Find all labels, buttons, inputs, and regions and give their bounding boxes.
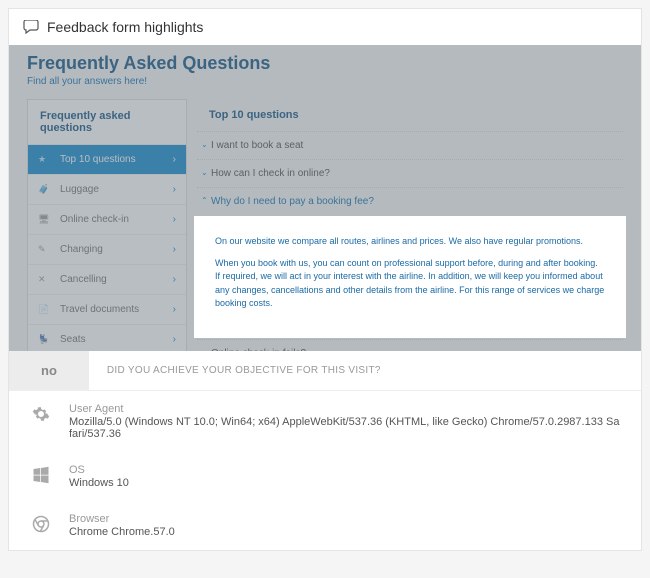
faq-sidebar: Frequently asked questions ★ Top 10 quest… (27, 99, 187, 351)
feedback-question: DID YOU ACHIEVE YOUR OBJECTIVE FOR THIS … (89, 365, 641, 376)
faq-question-active[interactable]: ⌃Why do I need to pay a booking fee? (197, 187, 623, 215)
sidebar-item-luggage[interactable]: 🧳 Luggage › (28, 175, 186, 205)
chevron-right-icon: › (173, 274, 176, 285)
meta-label: User Agent (69, 403, 621, 415)
sidebar-item-label: Luggage (60, 184, 99, 195)
page-subtitle: Find all your answers here! (27, 76, 623, 87)
feedback-highlights-card: Feedback form highlights Frequently Aske… (8, 8, 642, 551)
sidebar-item-documents[interactable]: 📄 Travel documents › (28, 295, 186, 325)
meta-browser: Browser Chrome Chrome.57.0 (9, 501, 641, 550)
faq-answer: On our website we compare all routes, ai… (197, 219, 623, 335)
chevron-right-icon: › (173, 244, 176, 255)
sidebar-header: Frequently asked questions (28, 100, 186, 145)
monitor-icon: 🖥 (38, 214, 52, 225)
page-title: Frequently Asked Questions (27, 53, 623, 74)
screenshot-preview: Frequently Asked Questions Find all your… (9, 45, 641, 351)
main-header: Top 10 questions (197, 99, 623, 131)
chevron-down-icon: ⌄ (201, 140, 208, 149)
chrome-icon (29, 515, 53, 533)
sidebar-item-label: Seats (60, 334, 86, 345)
sidebar-item-top10[interactable]: ★ Top 10 questions › (28, 145, 186, 175)
question-label: Why do I need to pay a booking fee? (211, 196, 374, 207)
sidebar-item-label: Top 10 questions (60, 154, 136, 165)
document-icon: 📄 (38, 304, 52, 315)
meta-user-agent: User Agent Mozilla/5.0 (Windows NT 10.0;… (9, 391, 641, 452)
sidebar-item-label: Online check-in (60, 214, 129, 225)
sidebar-item-changing[interactable]: ✎ Changing › (28, 235, 186, 265)
chevron-right-icon: › (173, 304, 176, 315)
chevron-down-icon: ⌄ (201, 168, 208, 177)
chevron-up-icon: ⌃ (201, 196, 208, 205)
chevron-down-icon: ⌄ (201, 348, 208, 352)
sidebar-item-checkin[interactable]: 🖥 Online check-in › (28, 205, 186, 235)
card-title: Feedback form highlights (47, 19, 203, 35)
faq-question[interactable]: ⌄I want to book a seat (197, 131, 623, 159)
faq-page: Frequently Asked Questions Find all your… (9, 45, 641, 351)
windows-icon (29, 466, 53, 484)
faq-question[interactable]: ⌄How can I check in online? (197, 159, 623, 187)
faq-question[interactable]: ⌄Online check-in fails? (197, 339, 623, 352)
sidebar-item-label: Cancelling (60, 274, 107, 285)
sidebar-item-cancelling[interactable]: ✕ Cancelling › (28, 265, 186, 295)
sidebar-item-label: Changing (60, 244, 103, 255)
question-label: I want to book a seat (211, 140, 303, 151)
question-label: How can I check in online? (211, 168, 330, 179)
luggage-icon: 🧳 (38, 184, 52, 195)
speech-bubble-icon (23, 20, 39, 34)
sidebar-item-seats[interactable]: 💺 Seats › (28, 325, 186, 351)
chevron-right-icon: › (173, 214, 176, 225)
card-header: Feedback form highlights (9, 9, 641, 45)
seat-icon: 💺 (38, 334, 52, 345)
chevron-right-icon: › (173, 334, 176, 345)
meta-value: Mozilla/5.0 (Windows NT 10.0; Win64; x64… (69, 416, 621, 440)
cancel-icon: ✕ (38, 274, 52, 285)
faq-main: Top 10 questions ⌄I want to book a seat … (197, 99, 623, 351)
answer-paragraph: When you book with us, you can count on … (215, 257, 605, 311)
star-icon: ★ (38, 154, 52, 165)
meta-label: Browser (69, 513, 621, 525)
meta-value: Windows 10 (69, 477, 621, 489)
sidebar-item-label: Travel documents (60, 304, 139, 315)
answer-paragraph: On our website we compare all routes, ai… (215, 235, 605, 249)
gear-icon (29, 405, 53, 423)
highlighted-region: On our website we compare all routes, ai… (197, 219, 623, 335)
chevron-right-icon: › (173, 184, 176, 195)
pencil-icon: ✎ (38, 244, 52, 255)
response-no-button[interactable]: no (9, 351, 89, 390)
feedback-bar: no DID YOU ACHIEVE YOUR OBJECTIVE FOR TH… (9, 351, 641, 391)
meta-value: Chrome Chrome.57.0 (69, 526, 621, 538)
question-label: Online check-in fails? (211, 348, 306, 352)
meta-os: OS Windows 10 (9, 452, 641, 501)
meta-label: OS (69, 464, 621, 476)
chevron-right-icon: › (173, 154, 176, 165)
